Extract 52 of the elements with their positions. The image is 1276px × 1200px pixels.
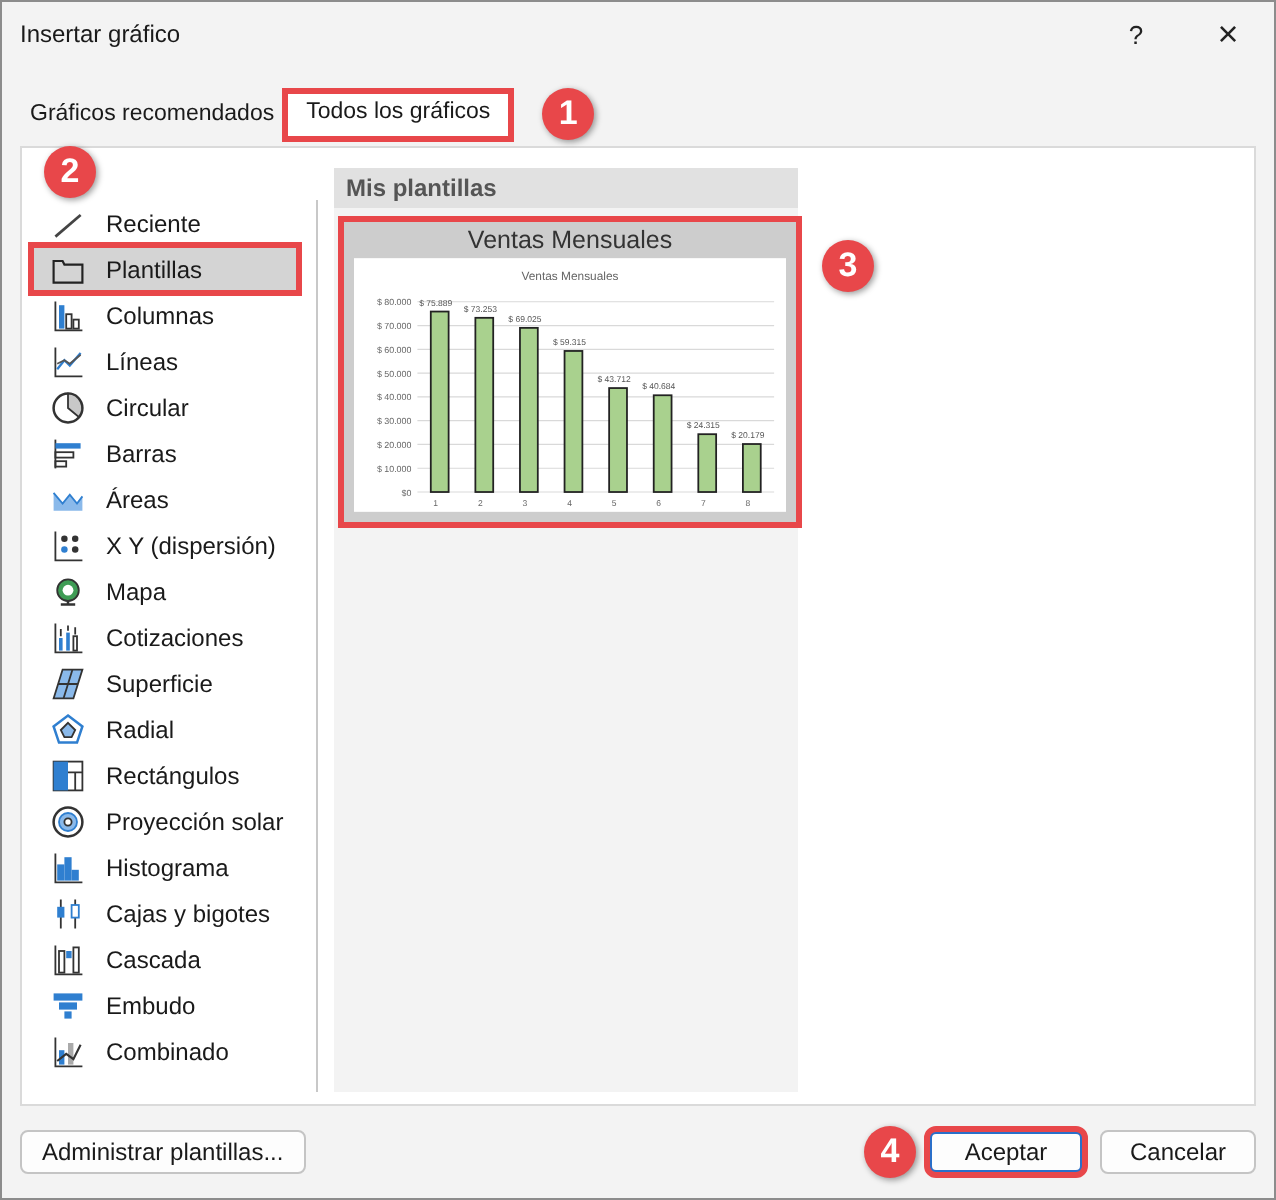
column-chart-icon [50,297,86,333]
tab[interactable]: Todos los gráficos [286,92,511,138]
globe-icon [50,573,86,609]
step-number-badge: 1 [542,88,595,140]
help-button[interactable]: ? [1090,2,1182,66]
section-heading: Mis plantillas [334,168,798,208]
chart-type-item[interactable]: Histograma [32,844,298,890]
scatter-chart-icon [50,527,86,563]
window-title: Insertar gráfico [18,20,183,48]
bar-chart-icon [50,435,86,471]
chart-type-item[interactable]: Cotizaciones [32,614,298,660]
radar-chart-icon [50,711,86,747]
dialog-button[interactable]: Cancelar [1100,1130,1256,1174]
chart-type-item[interactable]: Reciente [32,200,298,246]
treemap-icon [50,757,86,793]
funnel-icon [50,987,86,1023]
bar [697,433,718,493]
chart-type-item[interactable]: Combinado [32,1028,298,1074]
waterfall-icon [50,941,86,977]
surface-chart-icon [50,665,86,701]
stock-chart-icon [50,619,86,655]
step-number-badge: 4 [864,1126,916,1178]
histogram-icon [50,849,86,885]
tab[interactable]: Gráficos recomendados [18,94,287,138]
dialog-button[interactable]: Aceptar [928,1130,1084,1174]
chart-type-item[interactable]: Superficie [32,660,298,706]
bar [652,394,673,493]
step-number-badge: 2 [44,146,96,198]
chart-type-item[interactable]: Áreas [32,476,298,522]
chart-type-item[interactable]: Cajas y bigotes [32,890,298,936]
chart-type-item[interactable]: Líneas [32,338,298,384]
chart-type-item[interactable]: Embudo [32,982,298,1028]
dialog-button[interactable]: Administrar plantillas... [20,1130,306,1174]
chart-type-item[interactable]: X Y (dispersión) [32,522,298,568]
chart-type-item[interactable]: Columnas [32,292,298,338]
chart-type-item[interactable]: Mapa [32,568,298,614]
bar [563,350,584,493]
chart-type-item[interactable]: Plantillas [32,246,298,292]
bar [742,443,762,493]
chart-type-item[interactable]: Barras [32,430,298,476]
chart-type-item[interactable]: Rectángulos [32,752,298,798]
close-button[interactable]: × [1182,2,1274,66]
chart-type-item[interactable]: Circular [32,384,298,430]
pie-chart-icon [50,389,86,425]
step-number-badge: 3 [822,240,874,292]
line-chart-icon [50,343,86,379]
sunburst-icon [50,803,86,839]
combo-chart-icon [50,1033,86,1069]
chart-type-item[interactable]: Proyección solar [32,798,298,844]
bar [608,387,628,493]
chart-type-item[interactable]: Cascada [32,936,298,982]
chart-type-item[interactable]: Radial [32,706,298,752]
